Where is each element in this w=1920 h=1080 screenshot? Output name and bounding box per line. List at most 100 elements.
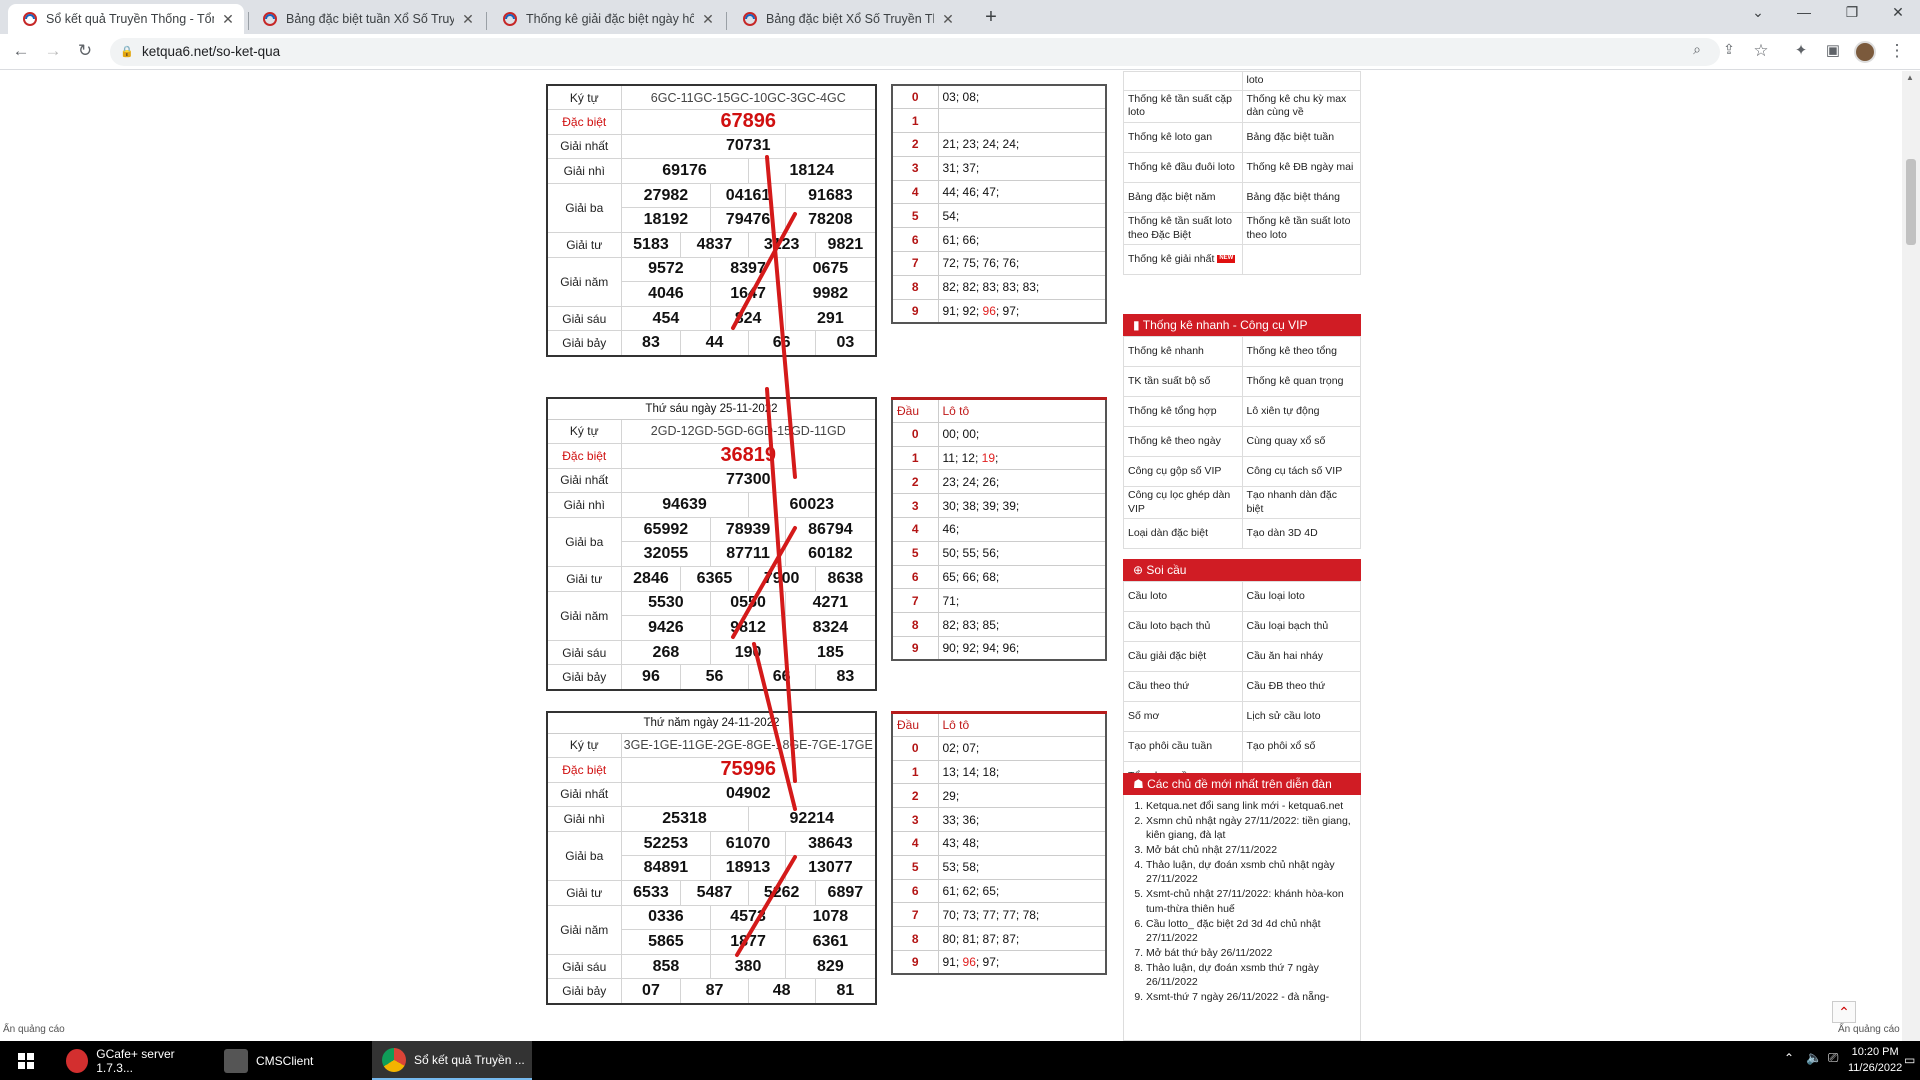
sidebar-link[interactable]: Tạo nhanh dàn đặc biệt: [1241, 485, 1361, 520]
forum-topic-link[interactable]: Thảo luận, dự đoán xsmb chủ nhật ngày 27…: [1146, 858, 1356, 887]
sidebar-link[interactable]: Tạo phôi cầu tuần: [1123, 731, 1243, 762]
dau-value: 9: [891, 635, 939, 661]
sidebar-link[interactable]: Thống kê giải nhất NEW: [1123, 244, 1243, 276]
sidebar-link[interactable]: Cầu theo thứ: [1123, 671, 1243, 702]
sidebar-link[interactable]: Cùng quay xổ số: [1241, 426, 1361, 457]
result-row: Giải năm 0336 4573 1078: [546, 904, 877, 955]
loto-row: 0 02; 07;: [891, 735, 1107, 761]
sidebar-link[interactable]: Thống kê ĐB ngày mai: [1241, 151, 1361, 183]
sidebar-link[interactable]: Tạo dàn 3D 4D: [1241, 518, 1361, 550]
sidebar-link[interactable]: Thống kê theo ngày: [1123, 426, 1243, 457]
sidebar-link[interactable]: Thống kê chu kỳ max dàn cùng về: [1241, 89, 1361, 123]
extensions-icon[interactable]: ✦: [1790, 41, 1812, 59]
forum-topic-link[interactable]: Cầu lotto_ đặc biệt 2d 3d 4d chủ nhật 27…: [1146, 917, 1356, 946]
network-icon[interactable]: ⎚: [1828, 1050, 1838, 1066]
sidebar-link-text: Tạo phôi cầu tuần: [1128, 739, 1213, 752]
forward-arrow-icon[interactable]: →: [42, 41, 64, 61]
address-bar[interactable]: 🔒 ketqua6.net/so-ket-qua: [110, 38, 1720, 66]
sidebar-link[interactable]: Thống kê tổng hợp: [1123, 396, 1243, 427]
sidebar-link[interactable]: Cầu giải đặc biệt: [1123, 641, 1243, 672]
sidebar-link-text: Công cụ lọc ghép dàn VIP: [1128, 489, 1231, 515]
taskbar-cmsclient[interactable]: CMSClient: [214, 1041, 364, 1080]
share-icon[interactable]: ⇪: [1718, 41, 1740, 58]
sidebar-row: Số mơ Lịch sử cầu loto: [1123, 701, 1361, 732]
taskbar-chrome[interactable]: Sổ kết quả Truyền ...: [372, 1041, 532, 1080]
forum-topic-link[interactable]: Mở bát thứ bảy 26/11/2022: [1146, 946, 1356, 961]
forum-topic-link[interactable]: Xsmt-thứ 7 ngày 26/11/2022 - đà nẵng-: [1146, 990, 1356, 1005]
close-tab-icon[interactable]: ✕: [940, 11, 956, 28]
sidebar-link[interactable]: Bảng đặc biệt tháng: [1241, 181, 1361, 213]
tab-thong-ke-giai-dac-biet[interactable]: Thống kê giải đặc biệt ngày hôm ✕: [488, 4, 724, 34]
sidebar-link[interactable]: Thống kê theo tổng: [1241, 336, 1361, 367]
forum-topic-link[interactable]: Xsmn chủ nhật ngày 27/11/2022: tiền gian…: [1146, 814, 1356, 843]
label-giai-bay: Giải bảy: [546, 664, 622, 691]
sidebar-link[interactable]: Bảng đặc biệt tuần: [1241, 121, 1361, 153]
side-panel-icon[interactable]: ▣: [1822, 41, 1844, 59]
sidebar-link[interactable]: Thống kê nhanh: [1123, 336, 1243, 367]
sidebar-link-text: Cầu loại loto: [1246, 589, 1305, 602]
sidebar-link[interactable]: Cầu loto: [1123, 581, 1243, 612]
system-clock[interactable]: 10:20 PM 11/26/2022: [1848, 1044, 1902, 1076]
sidebar-link[interactable]: Số mơ: [1123, 701, 1243, 732]
sidebar-link[interactable]: Công cụ gộp số VIP: [1123, 456, 1243, 487]
hide-ad-right[interactable]: Ẩn quảng cáo: [1838, 1024, 1900, 1035]
forum-topic-link[interactable]: Thảo luận, dự đoán xsmb thứ 7 ngày 26/11…: [1146, 961, 1356, 990]
tab-title: Bảng đặc biệt Xổ Số Truyền Thố: [766, 12, 934, 26]
sidebar-link[interactable]: Công cụ lọc ghép dàn VIP: [1123, 485, 1243, 520]
hide-ad-left[interactable]: Ẩn quảng cáo: [3, 1024, 65, 1035]
sidebar-link[interactable]: Lô xiên tự động: [1241, 396, 1361, 427]
new-tab-button[interactable]: +: [978, 6, 1004, 29]
menu-kebab-icon[interactable]: ⋮: [1886, 41, 1908, 61]
bookmark-star-icon[interactable]: ☆: [1750, 41, 1772, 61]
scroll-up-arrow-icon[interactable]: ▲: [1906, 73, 1914, 82]
tab-search-chevron-icon[interactable]: ⌄: [1738, 4, 1778, 21]
sidebar-link[interactable]: Thống kê tần suất loto theo loto: [1241, 211, 1361, 246]
tab-bang-dac-biet[interactable]: Bảng đặc biệt Xổ Số Truyền Thố ✕: [728, 4, 964, 34]
sidebar-link[interactable]: TK tần suất bộ số: [1123, 366, 1243, 397]
result-row: Giải năm 5530 0550 4271: [546, 590, 877, 641]
dau-header: Đầu: [891, 712, 939, 737]
sidebar-link[interactable]: Cầu ăn hai nháy: [1241, 641, 1361, 672]
sidebar-link[interactable]: Thống kê đầu đuôi loto: [1123, 151, 1243, 183]
close-tab-icon[interactable]: ✕: [220, 11, 236, 28]
sidebar-link[interactable]: Cầu loto bạch thủ: [1123, 611, 1243, 642]
maximize-button[interactable]: ❐: [1832, 4, 1872, 21]
notification-icon[interactable]: ▭: [1904, 1053, 1915, 1067]
sidebar-link[interactable]: Cầu ĐB theo thứ: [1241, 671, 1361, 702]
zoom-icon[interactable]: ⌕: [1686, 41, 1708, 58]
close-tab-icon[interactable]: ✕: [700, 11, 716, 28]
giai-sau-value: 291: [784, 305, 877, 332]
sidebar-link[interactable]: Loại dàn đặc biệt: [1123, 518, 1243, 550]
start-button[interactable]: [4, 1041, 48, 1080]
scrollbar-thumb[interactable]: [1906, 159, 1916, 245]
giai-ba-value: 18913: [710, 855, 786, 882]
sidebar-link[interactable]: Cầu loại loto: [1241, 581, 1361, 612]
sidebar-link[interactable]: Cầu loại bạch thủ: [1241, 611, 1361, 642]
back-arrow-icon[interactable]: ←: [10, 41, 32, 61]
sidebar-link[interactable]: Tạo phôi xổ số: [1241, 731, 1361, 762]
sidebar-link[interactable]: Lịch sử cầu loto: [1241, 701, 1361, 732]
scroll-to-top-button[interactable]: ⌃: [1832, 1001, 1856, 1023]
close-window-button[interactable]: ✕: [1878, 4, 1918, 21]
minimize-button[interactable]: —: [1784, 4, 1824, 20]
sidebar-link[interactable]: Thống kê tần suất cặp loto: [1123, 89, 1243, 123]
tab-so-ket-qua[interactable]: Sổ kết quả Truyền Thống - Tổng ✕: [8, 4, 244, 34]
sidebar-link[interactable]: Thống kê quan trọng: [1241, 366, 1361, 397]
profile-avatar[interactable]: [1854, 41, 1876, 63]
tray-chevron-icon[interactable]: ⌃: [1784, 1051, 1794, 1065]
sidebar-link[interactable]: Thống kê tần suất loto theo Đặc Biệt: [1123, 211, 1243, 246]
sidebar-link[interactable]: Thống kê loto gan: [1123, 121, 1243, 153]
giai-ba-value: 61070: [710, 830, 786, 857]
sidebar-link[interactable]: Công cụ tách số VIP: [1241, 456, 1361, 487]
sidebar-link[interactable]: Bảng đặc biệt năm: [1123, 181, 1243, 213]
result-row: Đặc biệt 67896: [546, 109, 877, 135]
forum-topic-link[interactable]: Mở bát chủ nhật 27/11/2022: [1146, 843, 1356, 858]
tab-bang-dac-biet-tuan[interactable]: Bảng đặc biệt tuần Xổ Số Truyền ✕: [248, 4, 484, 34]
taskbar-gcafe[interactable]: GCafe+ server 1.7.3...: [56, 1041, 206, 1080]
close-tab-icon[interactable]: ✕: [460, 11, 476, 28]
reload-icon[interactable]: ↻: [74, 41, 96, 61]
forum-topic-link[interactable]: Ketqua.net đổi sang link mới - ketqua6.n…: [1146, 799, 1356, 814]
volume-icon[interactable]: 🔈: [1806, 1050, 1822, 1066]
label-giai-nhi: Giải nhì: [546, 806, 622, 832]
forum-topic-link[interactable]: Xsmt-chủ nhật 27/11/2022: khánh hòa-kon …: [1146, 887, 1356, 916]
